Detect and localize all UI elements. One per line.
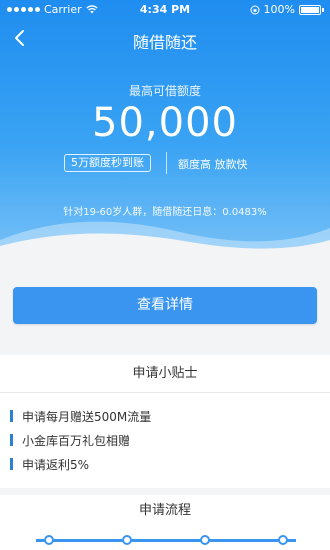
feature-divider xyxy=(166,152,167,174)
process-step-node xyxy=(278,535,288,545)
hero-banner: Carrier 4:34 PM 100% 随借随还 最高可借额度 50,000 … xyxy=(0,0,330,266)
tip-label: 申请返利5% xyxy=(22,457,90,472)
battery-percent: 100% xyxy=(263,3,295,16)
tip-label: 小金库百万礼包相赠 xyxy=(22,433,131,448)
process-step-node xyxy=(122,535,132,545)
status-right: 100% xyxy=(250,3,324,16)
page-title: 随借随还 xyxy=(132,33,197,52)
process-title: 申请流程 xyxy=(138,503,191,518)
tips-section: 申请小贴士 申请每月赠送500M流量 小金库百万礼包相赠 申请返利5% xyxy=(0,355,330,488)
quota-label: 最高可借额度 xyxy=(128,84,201,98)
battery-icon xyxy=(299,4,321,15)
process-line xyxy=(36,539,296,542)
feature-pill: 5万额度秒到账 xyxy=(64,154,151,172)
feature-row: 5万额度秒到账 额度高 放款快 xyxy=(0,152,330,174)
tips-title: 申请小贴士 xyxy=(0,355,330,393)
orientation-lock-icon xyxy=(250,5,260,14)
process-step-node xyxy=(200,535,210,545)
tip-item: 申请返利5% xyxy=(10,456,89,472)
tip-item: 小金库百万礼包相赠 xyxy=(10,432,130,448)
status-bar: Carrier 4:34 PM 100% xyxy=(0,0,330,18)
battery-cap xyxy=(322,7,324,12)
process-step-node xyxy=(44,535,54,545)
nav-bar: 随借随还 xyxy=(0,20,330,56)
tip-label: 申请每月赠送500M流量 xyxy=(22,409,152,424)
process-section: 申请流程 xyxy=(0,495,330,550)
quota-amount: 50,000 xyxy=(92,100,238,146)
tip-bullet xyxy=(10,458,13,470)
tip-item: 申请每月赠送500M流量 xyxy=(10,408,151,424)
wave-decoration xyxy=(0,221,330,266)
tip-bullet xyxy=(10,410,13,422)
view-details-button[interactable]: 查看详情 xyxy=(13,287,317,324)
feature-text: 额度高 放款快 xyxy=(178,158,248,171)
tip-bullet xyxy=(10,434,13,446)
